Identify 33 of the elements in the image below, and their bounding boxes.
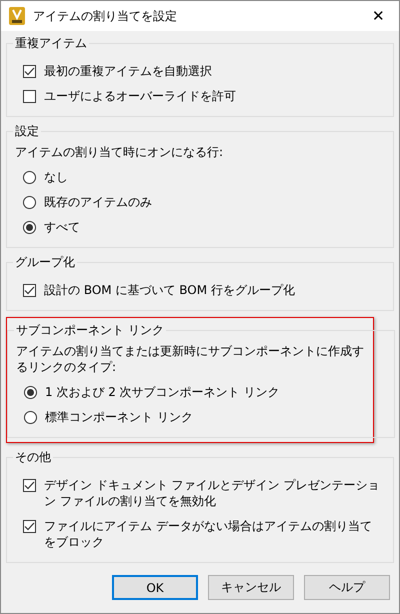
- radio-button[interactable]: [23, 196, 36, 209]
- radio-button[interactable]: [24, 411, 37, 424]
- checkbox-label: ファイルにアイテム データがない場合はアイテムの割り当てをブロック: [44, 518, 373, 550]
- group-title: 重複アイテム: [14, 35, 88, 52]
- group-title: サブコンポーネント リンク: [15, 322, 165, 339]
- radio-label: 既存のアイテムのみ: [44, 194, 152, 210]
- checked-checkbox[interactable]: [23, 65, 36, 78]
- app-icon: [9, 7, 25, 25]
- radio-label: 1 次および 2 次サブコンポーネント リンク: [45, 384, 280, 400]
- checkbox-label: 最初の重複アイテムを自動選択: [44, 63, 212, 79]
- checked-checkbox[interactable]: [23, 284, 36, 297]
- checkbox-label: 設計の BOM に基づいて BOM 行をグループ化: [44, 282, 295, 298]
- checkbox-label: デザイン ドキュメント ファイルとデザイン プレゼンテーション ファイルの割り当てを無効化: [44, 477, 380, 509]
- dialog-button[interactable]: キャンセル: [208, 575, 294, 600]
- radio-label: なし: [44, 169, 68, 185]
- description-text: アイテムの割り当てまたは更新時にサブコンポーネントに作成するリンクのタイプ:: [16, 343, 365, 375]
- window-title: アイテムの割り当てを設定: [33, 8, 178, 24]
- checked-checkbox[interactable]: [23, 520, 36, 533]
- radio-label: 標準コンポーネント リンク: [45, 409, 193, 425]
- selected-radio-button[interactable]: [24, 386, 37, 399]
- dialog-button[interactable]: ヘルプ: [304, 575, 390, 600]
- dialog-button[interactable]: OK: [112, 575, 198, 600]
- checked-checkbox[interactable]: [23, 479, 36, 492]
- checkbox[interactable]: [23, 90, 36, 103]
- radio-label: すべて: [44, 219, 80, 235]
- radio-button[interactable]: [23, 171, 36, 184]
- checkbox-label: ユーザによるオーバーライドを許可: [44, 88, 236, 104]
- description-text: アイテムの割り当て時にオンになる行:: [15, 144, 224, 160]
- group-title: グループ化: [14, 254, 76, 271]
- group-title: 設定: [14, 123, 40, 140]
- close-button[interactable]: ✕: [366, 7, 391, 25]
- group-title: その他: [14, 449, 52, 466]
- selected-radio-button[interactable]: [23, 221, 36, 234]
